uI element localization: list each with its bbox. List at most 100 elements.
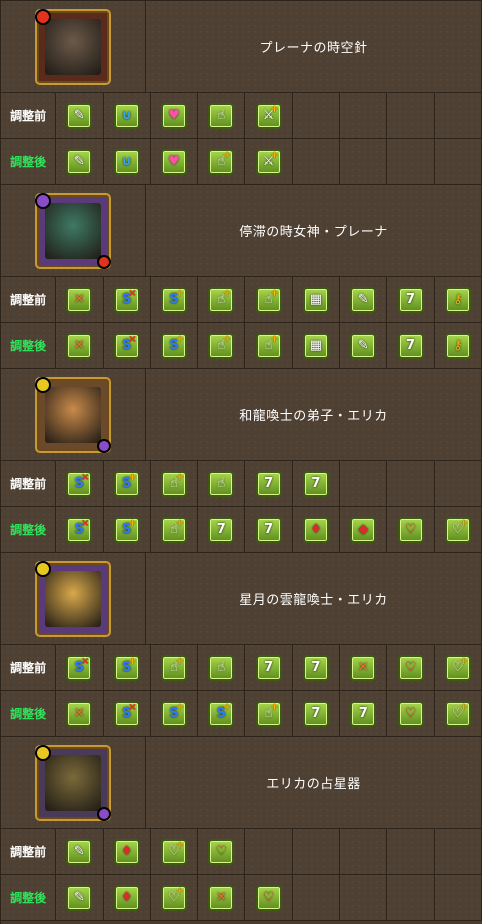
sword-plus-icon: ⚔ + [255,102,282,129]
attribute-orb-icon [35,8,51,25]
board-change-icon: ✎ [66,148,93,175]
cross-icon: ✕ [66,286,93,313]
heart-diamond-icon: ♡ [397,516,424,543]
skill-cell: ⚔ + [245,139,293,184]
name-cell: 停滞の時女神・プレーナ [146,185,482,276]
seven-combo-icon: 7 [397,286,424,313]
plus-badge-icon: + [222,149,232,161]
skill-cell: 7 [245,461,293,506]
icon-glyph: 7 [311,706,321,721]
icon-glyph: ∪ [121,154,132,169]
board-change-icon: ✎ [66,102,93,129]
seven-combo-icon: 7 [397,332,424,359]
drop-heal-icon: ♥ [160,148,187,175]
cross-badge-icon: × [80,655,90,667]
skill-cell: S × [56,645,104,690]
heart-plus-icon: ♡ + [444,654,471,681]
skill-cell: ⚔ + [245,93,293,138]
plus-badge-icon: + [128,655,137,667]
finger-plus-icon: ☝ + [208,286,235,313]
icon-glyph: ♦ [120,890,133,905]
before-label-cell: 調整前 [1,829,57,874]
icon-glyph: ☝ [217,660,226,675]
before-label: 調整前 [10,109,47,123]
enhanced-icon: ♦ [302,516,329,543]
icon-glyph: 7 [264,476,274,491]
plus-badge-icon: + [270,333,279,345]
skill-cell: ✕ [56,323,104,368]
seven-combo-icon: 7 [350,700,377,727]
icon-glyph: ∪ [121,108,132,123]
icon-glyph: ✎ [73,890,85,905]
icon-glyph: 7 [311,476,321,491]
skill-cell: S + [150,691,199,736]
seven-combo-icon: 7 [302,700,329,727]
icon-glyph: 7 [358,706,368,721]
skill-cell [434,829,482,874]
skill-cell: 7 [245,507,293,552]
plus-badge-icon: + [270,287,279,299]
combo-icon: ∪ [113,102,140,129]
diamond-icon: ◆ [350,516,377,543]
key-icon: ⚷ [444,332,471,359]
skill-boost-plus-icon: S + [160,332,187,359]
sub-attribute-orb-icon [97,438,111,453]
icon-glyph: ✎ [357,338,369,353]
portrait-icon [35,376,111,453]
plus-badge-icon: + [270,701,279,713]
plus-badge-icon: + [222,333,232,345]
skill-cell [292,139,341,184]
after-label: 調整後 [10,339,47,353]
portrait-cell [1,737,146,828]
icon-glyph: ♦ [120,844,133,859]
icon-glyph: ✎ [357,292,369,307]
heart-plus-icon: ♡ + [444,516,471,543]
skills-after-row: 調整後 ✎ ♦ ♡ + ✕ ♡ [1,875,482,921]
finger-plus-icon: ☝ + [208,148,235,175]
combo-icon: ∪ [113,148,140,175]
key-icon: ⚷ [444,286,471,313]
heart-plus-icon: ♡ + [160,884,187,911]
skills-before-row: 調整前 S × S + ☝ + ☝ 7 7 ✕ ♡ ♡ + [1,645,482,691]
board-change-icon: ✎ [66,884,93,911]
skill-cell [292,93,341,138]
portrait-icon [35,192,111,269]
finger-plus-icon: ☝ + [160,654,187,681]
attribute-orb-icon [35,744,51,761]
seven-combo-icon: 7 [255,516,282,543]
skills-after-row: 調整後 ✕ S × S + ☝ + ☝ + ▦ ✎ 7 ⚷ [1,323,482,369]
seven-combo-icon: 7 [255,470,282,497]
finger-plus-icon: ☝ + [255,286,282,313]
after-label: 調整後 [10,523,47,537]
skill-cell [340,875,388,920]
skill-cell: ✎ [56,139,104,184]
skills-before-row: 調整前 ✎ ♦ ♡ + ♡ [1,829,482,875]
skill-cell: ♦ [103,829,151,874]
skill-cell: S + [103,507,151,552]
sub-attribute-orb-icon [97,254,111,269]
skill-cell: S × [103,323,151,368]
icon-glyph: ✎ [73,154,85,169]
skills-after-row: 調整後 ✎ ∪ ♥ ☝ + ⚔ + [1,139,482,185]
finger-icon: ☝ [208,102,235,129]
pen-icon: ✎ [350,332,377,359]
icon-glyph: 7 [264,522,274,537]
skills-after-row: 調整後 S × S + ☝ + 7 7 ♦ ◆ ♡ ♡ + [1,507,482,553]
finger-plus-icon: ☝ + [255,700,282,727]
skill-cell: ☝ [198,645,246,690]
attribute-orb-icon [35,192,51,209]
skill-cell: ☝ + [245,323,293,368]
skill-cell: ✎ [340,323,388,368]
before-label: 調整前 [10,661,47,675]
skill-cell: ☝ + [150,507,199,552]
skill-cell: ♡ + [150,875,199,920]
skill-cell [245,829,293,874]
skill-cell [340,461,388,506]
icon-glyph: ☝ [217,108,226,123]
icon-glyph: ✕ [73,706,85,721]
cross-icon: ✕ [350,654,377,681]
name-cell: 星月の雲龍喚士・エリカ [146,553,482,644]
portrait-art [45,386,101,443]
after-label-cell: 調整後 [1,323,57,368]
icon-glyph: ✕ [73,292,85,307]
